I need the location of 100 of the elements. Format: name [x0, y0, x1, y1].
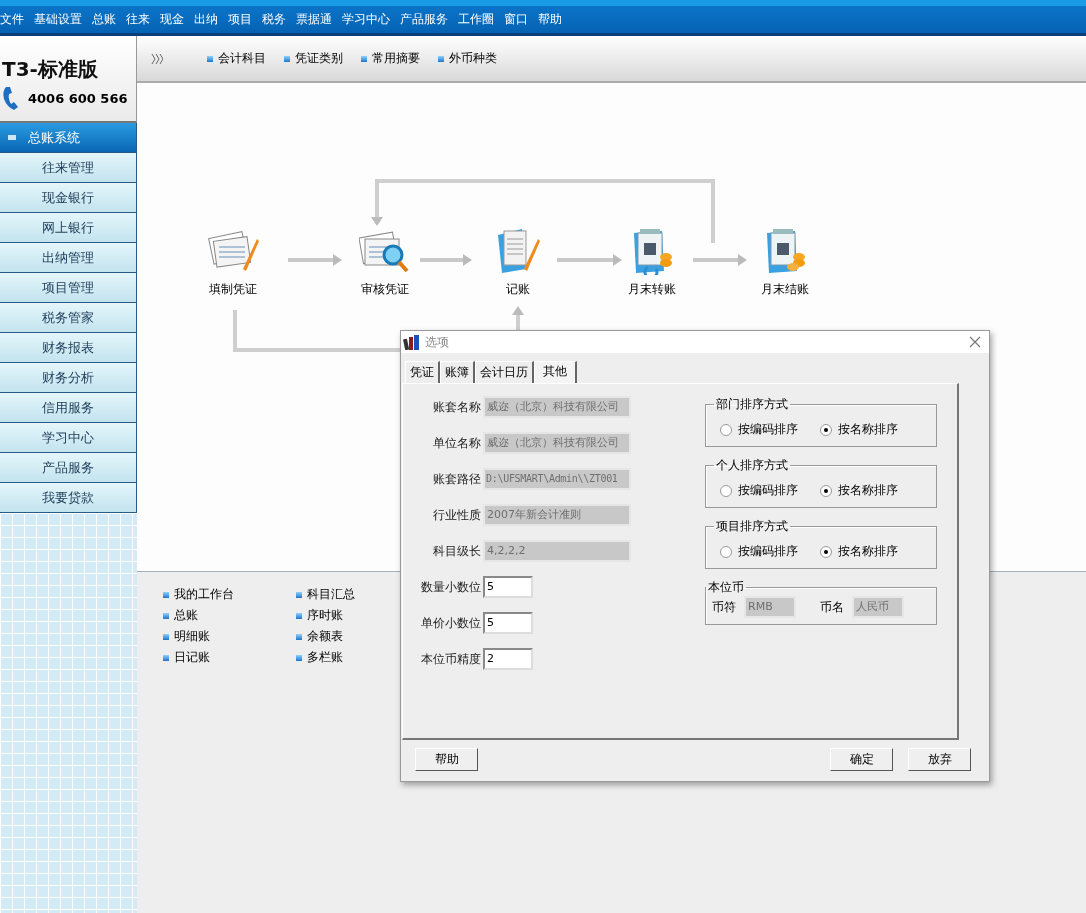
- sidebar-item[interactable]: 往来管理: [0, 153, 137, 183]
- shortcut-link[interactable]: 我的工作台: [163, 586, 234, 603]
- field-label: 本位币精度: [420, 650, 481, 668]
- flow-step-label[interactable]: 记账: [506, 281, 530, 298]
- menu-item[interactable]: 产品服务: [400, 11, 448, 28]
- flow-step-label[interactable]: 审核凭证: [361, 281, 409, 298]
- product-name: T3-标准版: [2, 56, 99, 83]
- field-label: 账套名称: [432, 398, 481, 416]
- flow-arrow: [288, 254, 342, 266]
- text-field[interactable]: 2: [483, 648, 533, 670]
- radio-button[interactable]: [820, 545, 832, 558]
- sidebar-item[interactable]: 总账系统: [0, 123, 137, 153]
- chevrons-icon[interactable]: [151, 52, 163, 65]
- shortcut-link[interactable]: 序时账: [296, 607, 355, 624]
- radio-label[interactable]: 按编码排序: [738, 482, 798, 499]
- menu-item[interactable]: 窗口: [504, 11, 528, 28]
- toolbar-link[interactable]: 外币种类: [438, 50, 497, 67]
- menu-item[interactable]: 项目: [228, 11, 252, 28]
- field-label: 币符: [712, 598, 736, 616]
- flow-step-label[interactable]: 月末转账: [628, 281, 676, 298]
- radio-label[interactable]: 按名称排序: [838, 482, 898, 499]
- sidebar-item[interactable]: 学习中心: [0, 423, 137, 453]
- close-icon[interactable]: [969, 336, 981, 348]
- radio-label[interactable]: 按编码排序: [738, 421, 798, 438]
- text-field: 2007年新会计准则: [483, 504, 631, 526]
- text-field: D:\UFSMART\Admin\\ZT001: [483, 468, 631, 490]
- sidebar-item[interactable]: 网上银行: [0, 213, 137, 243]
- menu-item[interactable]: 总账: [92, 11, 116, 28]
- flow-arrow: [557, 254, 622, 266]
- field-label: 单价小数位: [420, 614, 481, 632]
- menu-item[interactable]: 工作圈: [458, 11, 494, 28]
- flow-step-label[interactable]: 填制凭证: [209, 281, 257, 298]
- menu-item[interactable]: 基础设置: [34, 11, 82, 28]
- shortcut-link[interactable]: 科目汇总: [296, 586, 355, 603]
- tab[interactable]: 账簿: [440, 361, 475, 383]
- field-label: 币名: [820, 598, 844, 616]
- radio-label[interactable]: 按名称排序: [838, 543, 898, 560]
- field-label: 科目级长: [432, 542, 481, 560]
- radio-button[interactable]: [820, 423, 832, 436]
- shortcut-link[interactable]: 日记账: [163, 649, 234, 666]
- toolbar-link[interactable]: 凭证类别: [284, 50, 343, 67]
- field-label: 数量小数位: [420, 578, 481, 596]
- sidebar-item[interactable]: 我要贷款: [0, 483, 137, 513]
- dialog-button[interactable]: 放弃: [908, 748, 971, 771]
- bullet-icon: [296, 591, 302, 598]
- bullet-icon: [163, 612, 169, 619]
- sidebar-item[interactable]: 项目管理: [0, 273, 137, 303]
- phone-icon: [2, 85, 20, 111]
- group-title: 本位币: [707, 579, 745, 596]
- bullet-icon: [296, 654, 302, 661]
- bullet-icon: [296, 612, 302, 619]
- text-field: 威迩（北京）科技有限公司: [483, 396, 631, 418]
- bullet-icon: [207, 55, 213, 62]
- sidebar-item[interactable]: 信用服务: [0, 393, 137, 423]
- books-icon: [403, 334, 421, 350]
- shortcut-link[interactable]: 明细账: [163, 628, 234, 645]
- shortcut-link[interactable]: 余额表: [296, 628, 355, 645]
- text-field[interactable]: 5: [483, 576, 533, 598]
- menu-item[interactable]: 文件: [0, 11, 24, 28]
- menu-item[interactable]: 税务: [262, 11, 286, 28]
- toolbar-link[interactable]: 会计科目: [207, 50, 266, 67]
- sidebar-item[interactable]: 财务报表: [0, 333, 137, 363]
- shortcut-link[interactable]: 多栏账: [296, 649, 355, 666]
- radio-button[interactable]: [820, 484, 832, 497]
- bullet-icon: [284, 55, 290, 62]
- tab[interactable]: 凭证: [405, 361, 440, 383]
- minus-icon: [8, 135, 16, 140]
- text-field: 4,2,2,2: [483, 540, 631, 562]
- field-label: 单位名称: [432, 434, 481, 452]
- flow-arrow: [693, 254, 747, 266]
- menu-item[interactable]: 票据通: [296, 11, 332, 28]
- radio-button[interactable]: [720, 423, 732, 436]
- bullet-icon: [163, 654, 169, 661]
- bullet-icon: [163, 591, 169, 598]
- group-title: 部门排序方式: [715, 396, 789, 413]
- menu-item[interactable]: 往来: [126, 11, 150, 28]
- sidebar-item[interactable]: 现金银行: [0, 183, 137, 213]
- menu-item[interactable]: 出纳: [194, 11, 218, 28]
- radio-button[interactable]: [720, 484, 732, 497]
- radio-label[interactable]: 按名称排序: [838, 421, 898, 438]
- sidebar-item[interactable]: 产品服务: [0, 453, 137, 483]
- menu-item[interactable]: 学习中心: [342, 11, 390, 28]
- radio-button[interactable]: [720, 545, 732, 558]
- bullet-icon: [163, 633, 169, 640]
- tab[interactable]: 其他: [534, 361, 577, 383]
- menu-item[interactable]: 现金: [160, 11, 184, 28]
- dialog-button[interactable]: 确定: [830, 748, 893, 771]
- flow-arrow: [420, 254, 472, 266]
- radio-label[interactable]: 按编码排序: [738, 543, 798, 560]
- shortcut-link[interactable]: 总账: [163, 607, 234, 624]
- toolbar-link[interactable]: 常用摘要: [361, 50, 420, 67]
- dialog-title: 选项: [425, 333, 449, 351]
- sidebar-item[interactable]: 税务管家: [0, 303, 137, 333]
- menu-item[interactable]: 帮助: [538, 11, 562, 28]
- sidebar-item[interactable]: 财务分析: [0, 363, 137, 393]
- dialog-button[interactable]: 帮助: [415, 748, 478, 771]
- text-field[interactable]: 5: [483, 612, 533, 634]
- text-field: 威迩（北京）科技有限公司: [483, 432, 631, 454]
- sidebar-item[interactable]: 出纳管理: [0, 243, 137, 273]
- flow-step-label[interactable]: 月末结账: [761, 281, 809, 298]
